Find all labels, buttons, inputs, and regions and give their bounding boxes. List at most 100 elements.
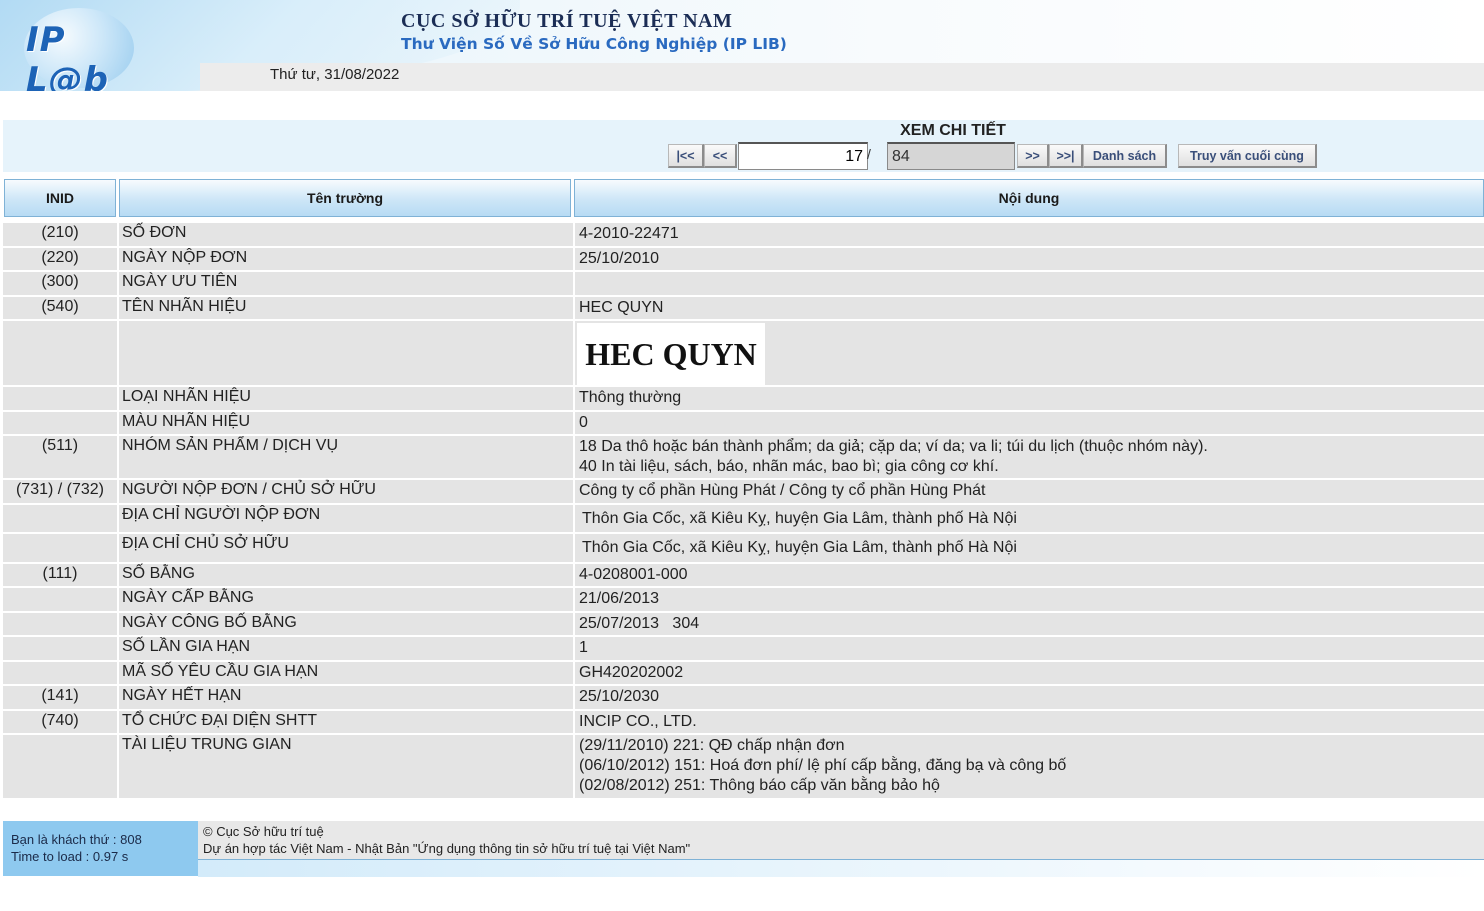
inid-cell: (300): [41, 273, 79, 290]
content-text: Thôn Gia Cốc, xã Kiêu Kỵ, huyện Gia Lâm,…: [582, 539, 1017, 556]
content-cell: 25/10/2010: [573, 247, 1484, 270]
trademark-image[interactable]: HEC QUYN: [577, 323, 765, 385]
content-cell: HEC QUYN: [573, 321, 1484, 385]
first-record-button[interactable]: |<<: [668, 144, 704, 168]
field-name-cell: NGÀY NỘP ĐƠN: [117, 247, 573, 270]
content-cell: INCIP CO., LTD.: [573, 710, 1484, 733]
table-row: ĐỊA CHỈ CHỦ SỞ HỮU Thôn Gia Cốc, xã Kiêu…: [3, 534, 1484, 562]
copyright-text: © Cục Sở hữu trí tuệ: [203, 824, 324, 839]
inid-cell: [3, 588, 117, 611]
inid-cell: [3, 534, 117, 562]
column-header-inid: INID: [4, 179, 116, 217]
total-records-field: [887, 142, 1015, 170]
field-name-cell: LOẠI NHÃN HIỆU: [117, 387, 573, 410]
content-text: 25/10/2010: [579, 249, 660, 267]
table-row: (220) NGÀY NỘP ĐƠN 25/10/2010: [3, 247, 1484, 270]
content-text: 40 In tài liệu, sách, báo, nhãn mác, bao…: [579, 458, 999, 475]
table-row: (540) TÊN NHÃN HIỆU HEC QUYN: [3, 296, 1484, 319]
last-record-button[interactable]: >>|: [1049, 144, 1083, 168]
content-text: 21/06/2013: [579, 590, 660, 607]
content-cell: 18 Da thô hoặc bán thành phẩm; da giả; c…: [573, 436, 1484, 478]
org-subtitle: Thư Viện Số Về Sở Hữu Công Nghiệp (IP LI…: [401, 35, 787, 53]
content-cell: 4-2010-22471: [573, 223, 1484, 246]
content-text: (06/10/2012) 151: Hoá đơn phí/ lệ phí cấ…: [579, 757, 1067, 774]
content-cell: HEC QUYN: [573, 296, 1484, 319]
content-cell: Thôn Gia Cốc, xã Kiêu Kỵ, huyện Gia Lâm,…: [573, 534, 1484, 562]
content-text: 18 Da thô hoặc bán thành phẩm; da giả; c…: [579, 438, 1208, 455]
content-cell: (29/11/2010) 221: QĐ chấp nhận đơn (06/1…: [573, 735, 1484, 798]
field-name-cell: SỐ LẦN GIA HẠN: [117, 637, 573, 660]
inid-cell: (540): [41, 297, 79, 315]
content-text: (29/11/2010) 221: QĐ chấp nhận đơn: [579, 737, 845, 754]
inid-cell: [3, 735, 117, 798]
content-text: 1: [579, 639, 588, 656]
table-row: (300) NGÀY ƯU TIÊN: [3, 272, 1484, 295]
field-name-cell: SỐ BẰNG: [117, 563, 573, 586]
field-name-cell: NGÀY CÔNG BỐ BẰNG: [117, 612, 573, 635]
record-number-input[interactable]: [738, 142, 868, 170]
table-row: LOẠI NHÃN HIỆU Thông thường: [3, 387, 1484, 410]
view-title: XEM CHI TIẾT: [900, 122, 1006, 139]
inid-cell: (731) / (732): [15, 481, 105, 498]
inid-cell: (511): [41, 437, 79, 454]
content-cell: 4-0208001-000: [573, 563, 1484, 586]
field-name-cell: TÀI LIỆU TRUNG GIAN: [117, 735, 573, 798]
content-cell: 0: [573, 411, 1484, 434]
field-name-cell: MÀU NHÃN HIỆU: [117, 411, 573, 434]
content-text: 4-0208001-000: [579, 565, 688, 583]
field-name-cell: SỐ ĐƠN: [117, 223, 573, 246]
field-name-cell: [117, 321, 573, 385]
table-row: SỐ LẦN GIA HẠN 1: [3, 637, 1484, 660]
table-row: HEC QUYN: [3, 321, 1484, 385]
content-cell: GH420202002: [573, 661, 1484, 684]
field-name-cell: NGÀY CẤP BẰNG: [117, 588, 573, 611]
page-footer: Bạn là khách thứ : 808 Time to load : 0.…: [3, 821, 1484, 877]
table-row: ĐỊA CHỈ NGƯỜI NỘP ĐƠN Thôn Gia Cốc, xã K…: [3, 504, 1484, 533]
table-row: (740) TỔ CHỨC ĐẠI DIỆN SHTT INCIP CO., L…: [3, 710, 1484, 733]
detail-table: (210) SỐ ĐƠN 4-2010-22471 (220) NGÀY NỘP…: [3, 223, 1484, 800]
field-name-cell: NHÓM SẢN PHẨM / DỊCH VỤ: [117, 436, 573, 478]
content-cell: 25/10/2030: [573, 686, 1484, 709]
last-query-button[interactable]: Truy vấn cuối cùng: [1178, 144, 1317, 168]
logo-text: IP L@b: [26, 20, 110, 91]
field-name-cell: ĐỊA CHỈ CHỦ SỞ HỮU: [117, 534, 573, 562]
org-title: CỤC SỞ HỮU TRÍ TUỆ VIỆT NAM: [401, 10, 733, 32]
content-text: INCIP CO., LTD.: [579, 712, 697, 730]
footer-divider: [198, 859, 1484, 877]
table-row: (731) / (732) NGƯỜI NỘP ĐƠN / CHỦ SỞ HỮU…: [3, 480, 1484, 503]
field-name-cell: MÃ SỐ YÊU CẦU GIA HẠN: [117, 661, 573, 684]
content-text: HEC QUYN: [579, 298, 664, 316]
visitor-count: Bạn là khách thứ : 808: [11, 832, 142, 847]
page-header: IP L@b CỤC SỞ HỮU TRÍ TUỆ VIỆT NAM Thư V…: [0, 0, 1484, 91]
next-record-button[interactable]: >>: [1017, 144, 1049, 168]
content-text: GH420202002: [579, 663, 684, 681]
inid-cell: [3, 387, 117, 410]
inid-cell: (141): [41, 687, 79, 704]
ip-lib-logo[interactable]: IP L@b: [4, 8, 154, 91]
record-navigation-bar: XEM CHI TIẾT |<< << / >> >>| Danh sách T…: [3, 120, 1484, 172]
content-cell: Thông thường: [573, 387, 1484, 410]
field-name-cell: TÊN NHÃN HIỆU: [117, 296, 573, 319]
content-text: 25/10/2030: [579, 688, 660, 705]
inid-cell: (220): [41, 248, 79, 266]
content-cell: [573, 272, 1484, 295]
inid-cell: (210): [41, 224, 79, 241]
content-cell: 1: [573, 637, 1484, 660]
table-row: MÀU NHÃN HIỆU 0: [3, 411, 1484, 434]
field-name-cell: NGÀY HẾT HẠN: [117, 686, 573, 709]
table-row: (141) NGÀY HẾT HẠN 25/10/2030: [3, 686, 1484, 709]
page-separator: /: [867, 146, 871, 162]
column-header-content: Nội dung: [574, 179, 1484, 217]
field-name-cell: NGÀY ƯU TIÊN: [117, 272, 573, 295]
field-name-cell: TỔ CHỨC ĐẠI DIỆN SHTT: [117, 710, 573, 733]
previous-record-button[interactable]: <<: [704, 144, 737, 168]
inid-cell: [3, 637, 117, 660]
load-time: Time to load : 0.97 s: [11, 849, 129, 864]
content-text: Thông thường: [579, 389, 682, 406]
list-button[interactable]: Danh sách: [1083, 144, 1167, 168]
inid-cell: (111): [42, 564, 78, 582]
inid-cell: [3, 505, 117, 533]
table-row: (511) NHÓM SẢN PHẨM / DỊCH VỤ 18 Da thô …: [3, 436, 1484, 478]
content-text: 25/07/2013 304: [579, 614, 700, 632]
content-text: (02/08/2012) 251: Thông báo cấp văn bằng…: [579, 777, 940, 794]
